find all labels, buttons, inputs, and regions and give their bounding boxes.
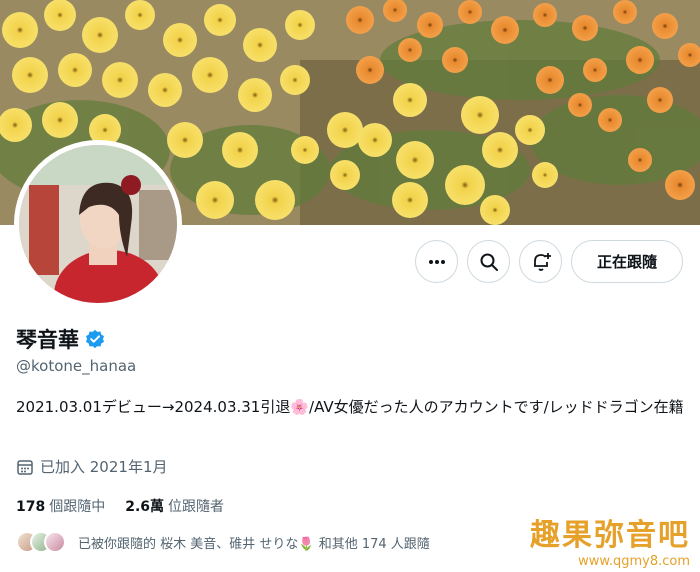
user-handle: @kotone_hanaa — [16, 357, 137, 375]
search-button[interactable] — [467, 240, 510, 283]
followers-label: 位跟隨者 — [168, 499, 225, 515]
watermark-url: www.qgmy8.com — [578, 554, 690, 569]
display-name: 琴音華 — [16, 328, 79, 352]
follow-stats: 178 個跟隨中 2.6萬 位跟隨者 — [16, 496, 224, 516]
search-icon — [480, 253, 498, 271]
watermark: 趣果弥音吧 www.qgmy8.com — [530, 510, 690, 569]
follower-avatars — [16, 531, 66, 553]
more-icon — [428, 259, 445, 264]
bell-plus-icon — [533, 252, 551, 271]
following-link[interactable]: 178 個跟隨中 — [16, 496, 105, 516]
profile-bio: 2021.03.01デビュー→2024.03.31引退🌸/AV女優だった人のアカ… — [16, 398, 684, 416]
joined-date-row: 已加入 2021年1月 — [16, 456, 168, 477]
following-label: 個跟隨中 — [49, 499, 106, 515]
following-count: 178 — [16, 499, 46, 515]
joined-text: 已加入 2021年1月 — [40, 458, 168, 476]
followers-count: 2.6萬 — [125, 499, 165, 515]
profile-avatar[interactable] — [14, 140, 182, 308]
calendar-icon — [17, 459, 33, 475]
more-button[interactable] — [415, 240, 458, 283]
following-button[interactable]: 正在跟隨 — [571, 240, 683, 283]
avatar — [44, 531, 66, 553]
name-row: 琴音華 — [16, 324, 105, 354]
watermark-title: 趣果弥音吧 — [530, 518, 690, 553]
followed-by-row[interactable]: 已被你跟隨的 桜木 美音、碓井 せりな🌷 和其他 174 人跟隨 — [16, 531, 430, 553]
followers-link[interactable]: 2.6萬 位跟隨者 — [125, 496, 224, 516]
followed-by-text: 已被你跟隨的 桜木 美音、碓井 せりな🌷 和其他 174 人跟隨 — [78, 536, 430, 552]
avatar-photo — [19, 145, 177, 303]
verified-badge-icon[interactable] — [85, 329, 105, 349]
notify-button[interactable] — [519, 240, 562, 283]
